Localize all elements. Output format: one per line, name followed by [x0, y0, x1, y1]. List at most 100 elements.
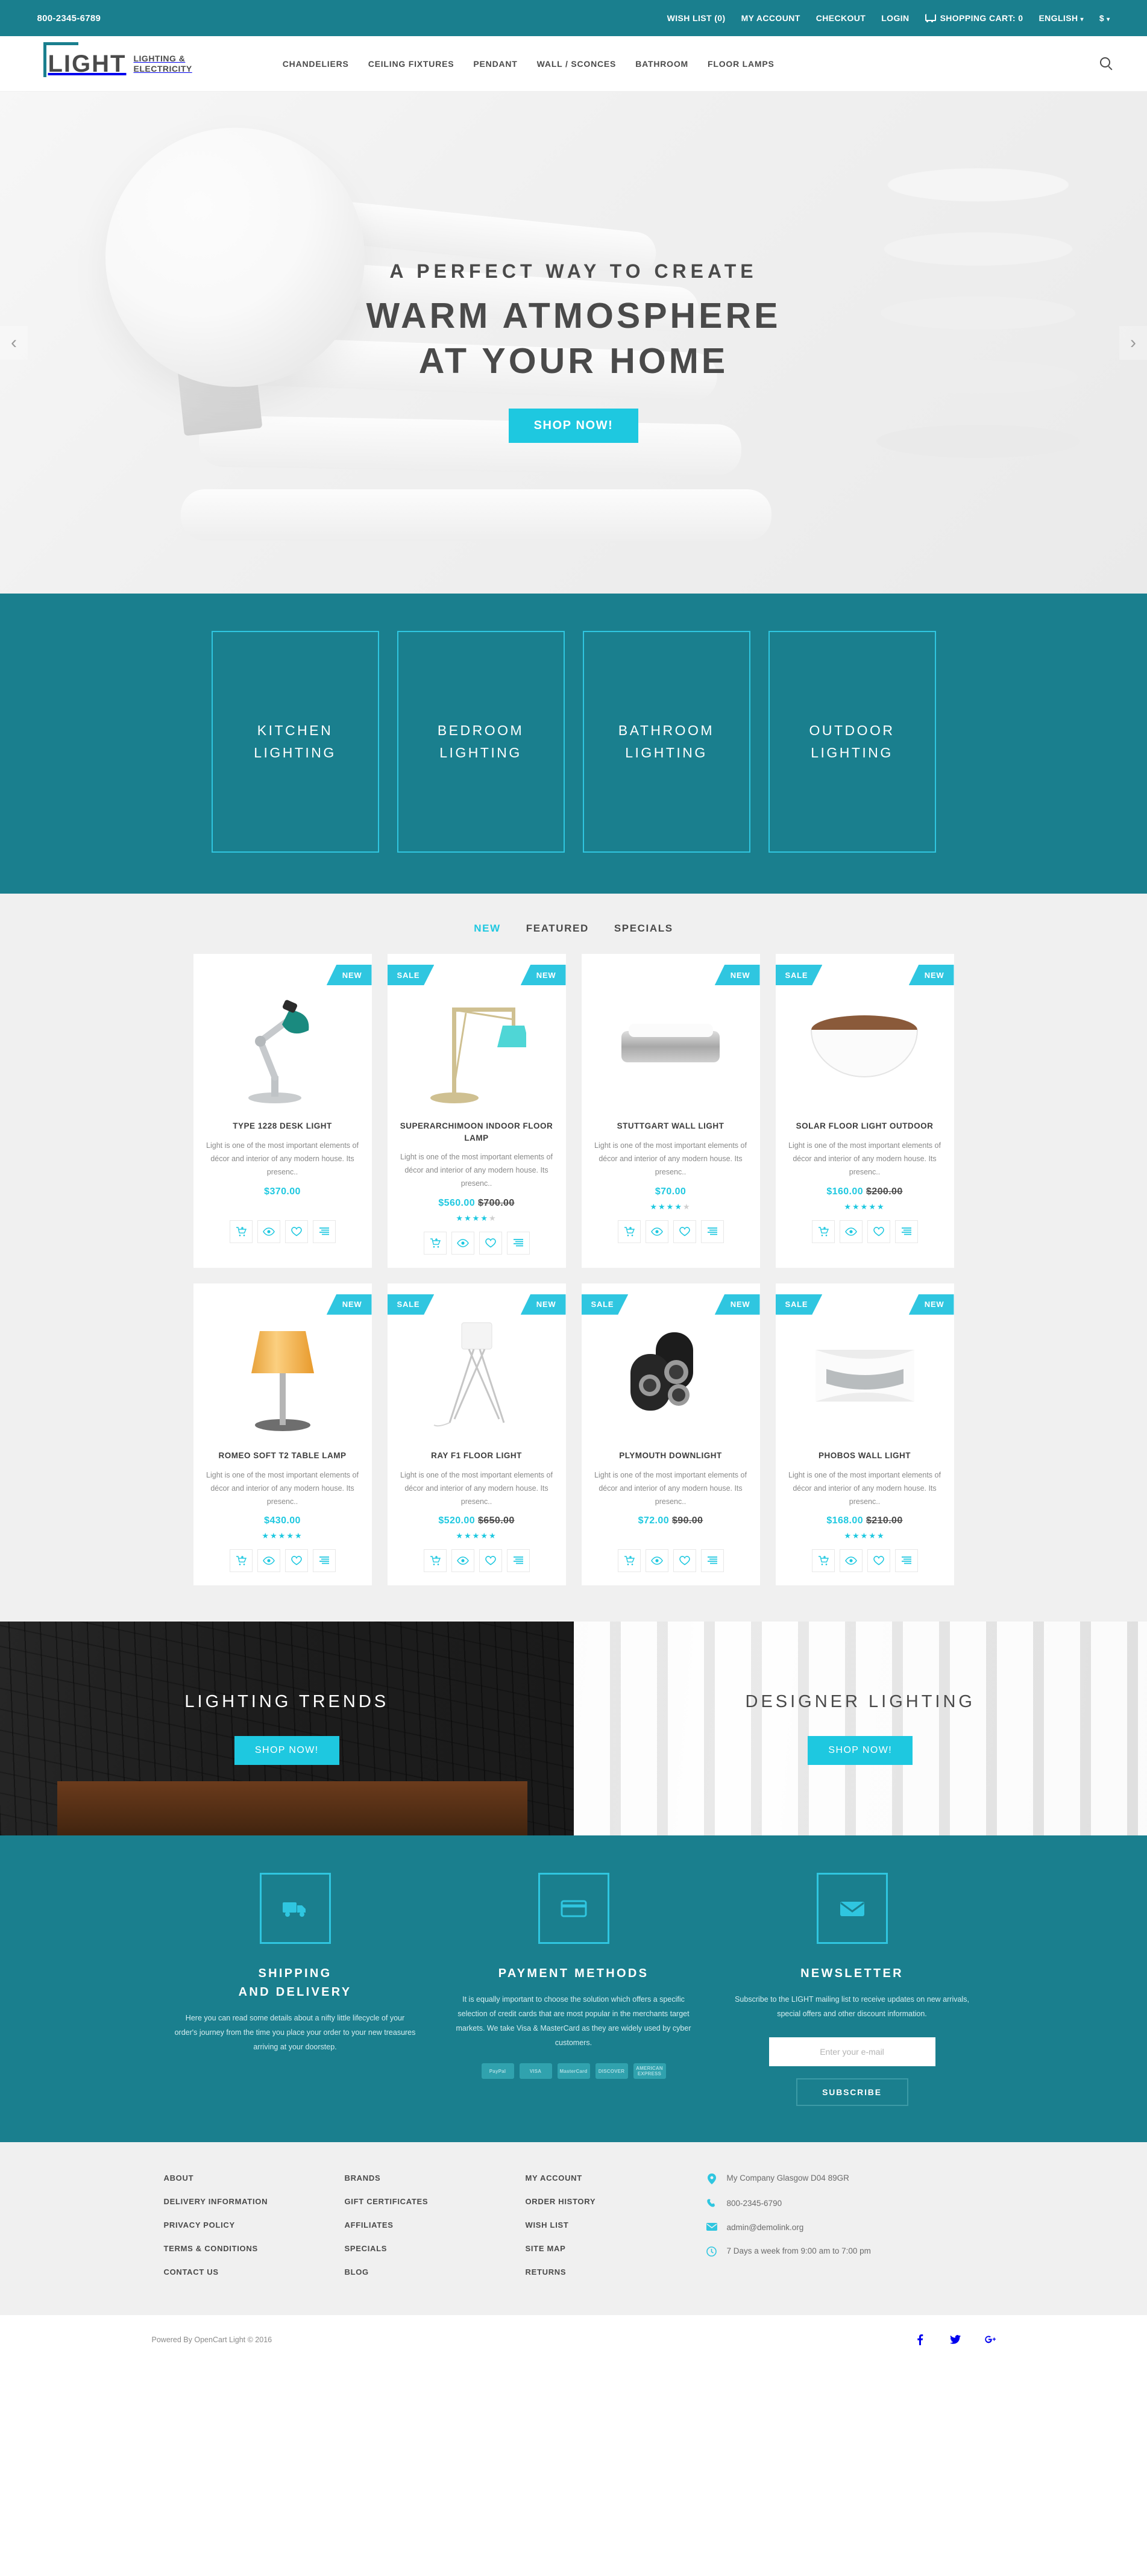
quick-view-button[interactable]	[257, 1549, 280, 1573]
quick-view-button[interactable]	[839, 1220, 863, 1243]
footer-link-blog[interactable]: BLOG	[345, 2267, 526, 2277]
quick-view-button[interactable]	[645, 1549, 668, 1573]
footer-link-order-history[interactable]: ORDER HISTORY	[526, 2197, 706, 2206]
wishlist-button[interactable]	[867, 1549, 890, 1573]
nav-item-pendant[interactable]: PENDANT	[473, 59, 517, 69]
footer-link-specials[interactable]: SPECIALS	[345, 2244, 526, 2253]
compare-button[interactable]	[506, 1231, 530, 1255]
product-card[interactable]: SALE NEW PLYMOUTH DOWNLIGHT Light is one o…	[581, 1283, 760, 1586]
tab-new[interactable]: NEW	[474, 923, 500, 935]
hero-prev-arrow[interactable]: ‹	[0, 325, 28, 360]
wish-list-link[interactable]: WISH LIST (0)	[667, 13, 726, 23]
footer-link-returns[interactable]: RETURNS	[526, 2267, 706, 2277]
promo-designer-lighting[interactable]: DESIGNER LIGHTING SHOP NOW!	[573, 1622, 1147, 1836]
product-card[interactable]: NEW STUTTGART WALL LIGHT Light is one of …	[581, 954, 760, 1268]
product-image[interactable]	[206, 980, 360, 1112]
footer-link-affiliates[interactable]: AFFILIATES	[345, 2220, 526, 2230]
compare-button[interactable]	[894, 1220, 918, 1243]
nav-item-floor-lamps[interactable]: FLOOR LAMPS	[708, 59, 775, 69]
my-account-link[interactable]: MY ACCOUNT	[741, 13, 800, 23]
footer-link-wish-list[interactable]: WISH LIST	[526, 2220, 706, 2230]
quick-view-button[interactable]	[839, 1549, 863, 1573]
footer-link-brands[interactable]: BRANDS	[345, 2173, 526, 2183]
tab-specials[interactable]: SPECIALS	[614, 923, 673, 935]
product-name[interactable]: SOLAR FLOOR LIGHT OUTDOOR	[796, 1120, 934, 1132]
add-to-cart-button[interactable]	[423, 1231, 447, 1255]
nav-item-bathroom[interactable]: BATHROOM	[635, 59, 688, 69]
twitter-icon[interactable]	[949, 2334, 961, 2346]
product-name[interactable]: STUTTGART WALL LIGHT	[617, 1120, 724, 1132]
facebook-icon[interactable]	[915, 2334, 926, 2346]
product-name[interactable]: PLYMOUTH DOWNLIGHT	[619, 1450, 722, 1462]
product-card[interactable]: SALE NEW SOLAR FLOOR LIGHT OUTDOOR Light i…	[775, 954, 954, 1268]
compare-button[interactable]	[312, 1549, 336, 1573]
product-name[interactable]: PHOBOS WALL LIGHT	[819, 1450, 911, 1462]
footer-link-my-account[interactable]: MY ACCOUNT	[526, 2173, 706, 2183]
product-card[interactable]: NEW ROMEO SOFT T2 TABLE LAMP Light is one…	[193, 1283, 372, 1586]
hero-next-arrow[interactable]: ›	[1119, 325, 1147, 360]
promo-shop-now-button[interactable]: SHOP NOW!	[808, 1736, 913, 1766]
compare-button[interactable]	[700, 1549, 724, 1573]
product-image[interactable]	[788, 980, 942, 1112]
site-logo[interactable]: LIGHT LIGHTING & ELECTRICITY	[43, 42, 192, 77]
footer-link-terms-conditions[interactable]: TERMS & CONDITIONS	[164, 2244, 345, 2253]
product-image[interactable]	[594, 1310, 748, 1441]
product-image[interactable]	[400, 980, 554, 1112]
add-to-cart-button[interactable]	[229, 1549, 253, 1573]
google-plus-icon[interactable]	[984, 2334, 996, 2346]
footer-link-delivery-information[interactable]: DELIVERY INFORMATION	[164, 2197, 345, 2206]
category-bedroom-lighting[interactable]: BEDROOM LIGHTING	[397, 631, 565, 853]
footer-link-privacy-policy[interactable]: PRIVACY POLICY	[164, 2220, 345, 2230]
quick-view-button[interactable]	[451, 1549, 474, 1573]
product-name[interactable]: RAY F1 FLOOR LIGHT	[431, 1450, 522, 1462]
search-button[interactable]	[1099, 57, 1110, 71]
wishlist-button[interactable]	[479, 1549, 502, 1573]
language-selector[interactable]: ENGLISH ▾	[1039, 13, 1083, 23]
compare-button[interactable]	[700, 1220, 724, 1243]
wishlist-button[interactable]	[673, 1220, 696, 1243]
add-to-cart-button[interactable]	[811, 1220, 835, 1243]
checkout-link[interactable]: CHECKOUT	[816, 13, 866, 23]
product-card[interactable]: SALE NEW SUPERARCHIMOON INDOOR FLOOR LAMP…	[387, 954, 566, 1268]
compare-button[interactable]	[312, 1220, 336, 1243]
promo-shop-now-button[interactable]: SHOP NOW!	[234, 1736, 339, 1766]
footer-link-contact-us[interactable]: CONTACT US	[164, 2267, 345, 2277]
tab-featured[interactable]: FEATURED	[526, 923, 589, 935]
currency-selector[interactable]: $ ▾	[1099, 13, 1110, 23]
product-name[interactable]: SUPERARCHIMOON INDOOR FLOOR LAMP	[400, 1120, 554, 1144]
product-image[interactable]	[594, 980, 748, 1112]
compare-button[interactable]	[894, 1549, 918, 1573]
wishlist-button[interactable]	[284, 1220, 308, 1243]
add-to-cart-button[interactable]	[617, 1220, 641, 1243]
product-image[interactable]	[400, 1310, 554, 1441]
shopping-cart-link[interactable]: SHOPPING CART: 0	[925, 13, 1023, 23]
promo-lighting-trends[interactable]: LIGHTING TRENDS SHOP NOW!	[0, 1622, 574, 1836]
add-to-cart-button[interactable]	[423, 1549, 447, 1573]
quick-view-button[interactable]	[451, 1231, 474, 1255]
newsletter-email-input[interactable]	[768, 2037, 935, 2066]
add-to-cart-button[interactable]	[811, 1549, 835, 1573]
product-image[interactable]	[206, 1310, 360, 1441]
category-outdoor-lighting[interactable]: OUTDOOR LIGHTING	[768, 631, 936, 853]
product-card[interactable]: NEW TYPE 1228 DESK LIGHT Light is one of …	[193, 954, 372, 1268]
product-image[interactable]	[788, 1310, 942, 1441]
newsletter-subscribe-button[interactable]: SUBSCRIBE	[796, 2078, 908, 2106]
footer-link-about[interactable]: ABOUT	[164, 2173, 345, 2183]
product-name[interactable]: TYPE 1228 DESK LIGHT	[233, 1120, 332, 1132]
login-link[interactable]: LOGIN	[881, 13, 909, 23]
wishlist-button[interactable]	[867, 1220, 890, 1243]
compare-button[interactable]	[506, 1549, 530, 1573]
nav-item-ceiling-fixtures[interactable]: CEILING FIXTURES	[368, 59, 454, 69]
hero-shop-now-button[interactable]: SHOP NOW!	[508, 408, 639, 443]
nav-item-chandeliers[interactable]: CHANDELIERS	[283, 59, 349, 69]
footer-link-gift-certificates[interactable]: GIFT CERTIFICATES	[345, 2197, 526, 2206]
footer-link-site-map[interactable]: SITE MAP	[526, 2244, 706, 2253]
quick-view-button[interactable]	[645, 1220, 668, 1243]
quick-view-button[interactable]	[257, 1220, 280, 1243]
product-card[interactable]: SALE NEW PHOBOS WALL LIGHT Light is one of…	[775, 1283, 954, 1586]
product-name[interactable]: ROMEO SOFT T2 TABLE LAMP	[219, 1450, 347, 1462]
wishlist-button[interactable]	[673, 1549, 696, 1573]
wishlist-button[interactable]	[284, 1549, 308, 1573]
nav-item-wall-sconces[interactable]: WALL / SCONCES	[537, 59, 617, 69]
product-card[interactable]: SALE NEW RAY F1 FLOOR LIGHT Light is one o…	[387, 1283, 566, 1586]
